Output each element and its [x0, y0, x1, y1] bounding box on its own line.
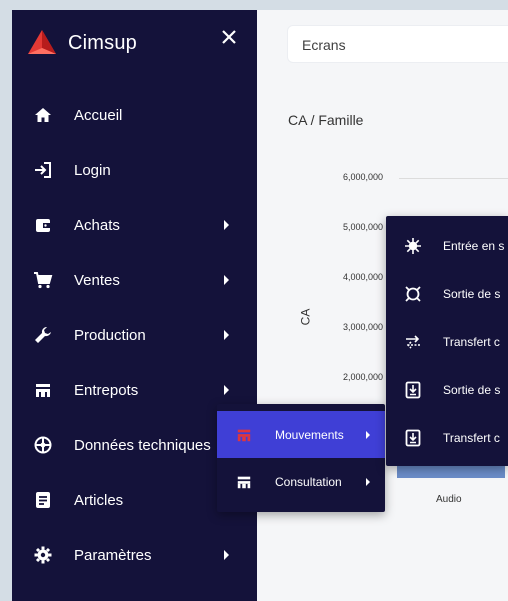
submenu-item-label: Sortie de s — [443, 287, 501, 301]
y-tick-label: 6,000,000 — [342, 172, 383, 182]
submenu-arrow-icon — [224, 330, 229, 340]
submenu-item-entree-stock[interactable]: Entrée en s — [386, 222, 508, 270]
warehouse-icon — [235, 426, 253, 444]
wrench-icon — [32, 324, 54, 346]
submenu-item-transfert[interactable]: Transfert c — [386, 318, 508, 366]
cart-icon — [32, 269, 54, 291]
submenu-item-sortie-stock[interactable]: Sortie de s — [386, 270, 508, 318]
app-name: Cimsup — [68, 31, 137, 54]
mouvements-submenu: Entrée en s Sortie de s Transfert c Sort… — [386, 216, 508, 466]
settings-wheel-icon — [32, 434, 54, 456]
y-tick-label: 5,000,000 — [342, 222, 383, 232]
home-icon — [32, 104, 54, 126]
virus-icon — [404, 237, 422, 255]
submenu-item-consultation[interactable]: Consultation — [217, 458, 385, 505]
sidebar-item-label: Articles — [74, 491, 124, 509]
submenu-arrow-icon — [224, 220, 229, 230]
submenu-item-label: Entrée en s — [443, 239, 505, 253]
sidebar-item-label: Production — [74, 326, 146, 344]
cimsup-logo-icon — [28, 30, 56, 54]
chart-title: CA / Famille — [288, 112, 364, 128]
y-tick-label: 2,000,000 — [342, 372, 383, 382]
submenu-arrow-icon — [366, 477, 370, 486]
gridline — [399, 178, 508, 179]
document-icon — [32, 489, 54, 511]
warehouse-icon — [32, 379, 54, 401]
sidebar-item-login[interactable]: Login — [12, 149, 257, 191]
sidebar-item-label: Entrepots — [74, 381, 139, 399]
download-box-icon — [404, 429, 422, 447]
submenu-item-label: Transfert c — [443, 335, 500, 349]
x-tick-label: Audio — [436, 494, 462, 505]
sidebar-item-label: Accueil — [74, 106, 123, 124]
sidebar-item-ventes[interactable]: Ventes — [12, 259, 257, 301]
submenu-arrow-icon — [366, 430, 370, 439]
sidebar-item-label: Données techniques — [74, 436, 211, 454]
target-icon — [404, 285, 422, 303]
transfer-icon — [404, 333, 422, 351]
login-icon — [32, 159, 54, 181]
y-axis-label: CA — [298, 308, 313, 326]
submenu-item-label: Transfert c — [443, 431, 500, 445]
submenu-arrow-icon — [224, 385, 229, 395]
submenu-item-transfert-2[interactable]: Transfert c — [386, 414, 508, 462]
entrepots-submenu: Mouvements Consultation — [217, 404, 385, 512]
sidebar-item-label: Achats — [74, 216, 120, 234]
sidebar-item-label: Login — [74, 161, 111, 179]
submenu-arrow-icon — [224, 550, 229, 560]
window-gutter — [0, 0, 12, 601]
gear-icon — [32, 544, 54, 566]
sidebar-item-accueil[interactable]: Accueil — [12, 94, 257, 136]
search-input[interactable]: Ecrans — [287, 25, 508, 63]
sidebar-item-label: Ventes — [74, 271, 120, 289]
y-tick-label: 4,000,000 — [342, 272, 383, 282]
close-icon[interactable] — [218, 26, 240, 48]
submenu-item-mouvements[interactable]: Mouvements — [217, 411, 385, 458]
wallet-icon — [32, 214, 54, 236]
sidebar-item-achats[interactable]: Achats — [12, 204, 257, 246]
sidebar-item-parametres[interactable]: Paramètres — [12, 534, 257, 576]
sidebar-item-production[interactable]: Production — [12, 314, 257, 356]
y-tick-label: 3,000,000 — [342, 322, 383, 332]
submenu-item-label: Mouvements — [275, 427, 344, 442]
submenu-item-label: Consultation — [275, 474, 342, 489]
sidebar-item-label: Paramètres — [74, 546, 152, 564]
submenu-item-sortie-stock-2[interactable]: Sortie de s — [386, 366, 508, 414]
search-input-value: Ecrans — [302, 37, 346, 53]
warehouse-icon — [235, 473, 253, 491]
sidebar: Cimsup Accueil Login Achats Ventes Produ… — [12, 10, 257, 601]
submenu-arrow-icon — [224, 275, 229, 285]
download-box-icon — [404, 381, 422, 399]
brand[interactable]: Cimsup — [26, 28, 137, 58]
submenu-item-label: Sortie de s — [443, 383, 501, 397]
